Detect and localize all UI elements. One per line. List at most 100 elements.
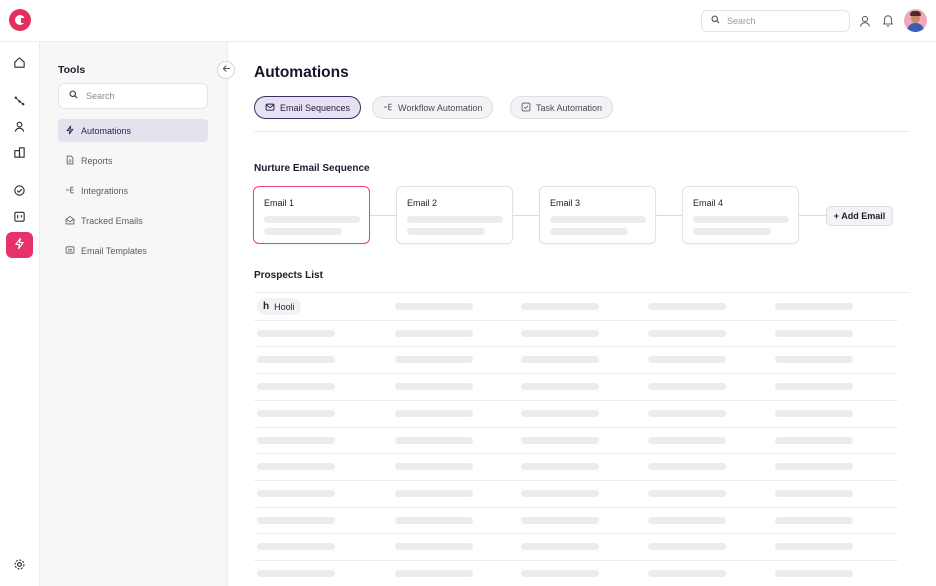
tab-workflow-automation[interactable]: Workflow Automation xyxy=(372,96,494,119)
tools-panel: Tools Search Automations Reports Integra… xyxy=(40,42,228,586)
table-cell-skeleton xyxy=(648,329,726,337)
skeleton-line xyxy=(264,228,342,235)
email-card-label: Email 3 xyxy=(550,198,581,208)
email-card-3[interactable]: Email 3 xyxy=(539,186,656,244)
table-cell-skeleton xyxy=(257,409,335,417)
table-cell-skeleton xyxy=(395,489,473,497)
avatar[interactable] xyxy=(904,9,927,32)
table-cell-skeleton xyxy=(521,436,599,444)
automations-rail-button[interactable] xyxy=(6,232,33,258)
table-cell-skeleton xyxy=(395,463,473,471)
global-search-placeholder: Search xyxy=(727,16,756,26)
table-cell-skeleton xyxy=(648,570,726,577)
tool-item-automations[interactable]: Automations xyxy=(58,119,208,142)
prospects-title: Prospects List xyxy=(254,270,323,281)
table-row-divider xyxy=(254,399,898,401)
tab-email-sequences[interactable]: Email Sequences xyxy=(254,96,362,119)
tool-item-reports[interactable]: Reports xyxy=(58,149,208,172)
table-cell-skeleton xyxy=(395,543,473,551)
icon-rail xyxy=(0,42,40,586)
tab-label: Workflow Automation xyxy=(398,102,483,113)
search-icon xyxy=(69,90,78,102)
tools-search-input[interactable]: Search xyxy=(58,83,208,109)
email-card-4[interactable]: Email 4 xyxy=(682,186,799,244)
search-icon xyxy=(711,15,720,27)
tabs-divider xyxy=(254,131,910,132)
workflow-icon xyxy=(383,102,393,114)
skeleton-line xyxy=(550,228,628,235)
table-row-divider xyxy=(254,426,898,428)
global-search-input[interactable]: Search xyxy=(701,10,850,32)
table-cell-skeleton xyxy=(521,383,599,391)
table-cell-skeleton xyxy=(395,356,473,364)
home-icon[interactable] xyxy=(11,54,27,70)
app-logo[interactable] xyxy=(9,9,31,31)
table-cell-skeleton xyxy=(521,409,599,417)
email-card-2[interactable]: Email 2 xyxy=(396,186,513,244)
table-row-divider xyxy=(254,506,898,508)
table-cell-skeleton xyxy=(395,409,473,417)
table-cell-skeleton xyxy=(648,543,726,551)
table-cell-skeleton xyxy=(257,356,335,364)
tool-item-email-templates[interactable]: Email Templates xyxy=(58,239,208,262)
pipeline-icon[interactable] xyxy=(11,92,27,108)
table-cell-skeleton xyxy=(775,303,853,310)
company-chip-hooli[interactable]: h Hooli xyxy=(257,298,301,315)
mail-icon xyxy=(265,102,275,114)
table-cell-skeleton xyxy=(648,303,726,310)
table-cell-skeleton xyxy=(521,303,599,310)
checkbox-icon xyxy=(521,102,531,114)
tool-item-label: Automations xyxy=(81,125,132,136)
table-cell-skeleton xyxy=(648,383,726,391)
email-card-label: Email 2 xyxy=(407,198,438,208)
table-cell-skeleton xyxy=(775,516,853,524)
skeleton-line xyxy=(693,228,771,235)
settings-gear-icon[interactable] xyxy=(11,556,27,572)
email-card-1[interactable]: Email 1 xyxy=(253,186,370,244)
hooli-logo-icon: h xyxy=(263,301,270,312)
template-icon xyxy=(65,245,75,257)
table-cell-skeleton xyxy=(775,436,853,444)
tool-item-label: Integrations xyxy=(81,185,129,196)
tool-item-label: Tracked Emails xyxy=(81,215,143,226)
tool-item-tracked-emails[interactable]: Tracked Emails xyxy=(58,209,208,232)
table-row-divider xyxy=(254,560,898,561)
table-cell-skeleton xyxy=(648,516,726,524)
page-title: Automations xyxy=(254,64,349,81)
arrow-left-icon xyxy=(222,64,231,76)
table-cell-skeleton xyxy=(521,516,599,524)
table-cell-skeleton xyxy=(395,303,473,310)
table-row-divider xyxy=(254,373,898,375)
collapse-panel-button[interactable] xyxy=(217,61,235,79)
envelope-open-icon xyxy=(65,215,75,227)
skeleton-line xyxy=(550,216,646,223)
tab-label: Task Automation xyxy=(536,102,603,113)
tool-item-label: Reports xyxy=(81,155,113,166)
company-name: Hooli xyxy=(274,301,295,312)
contacts-icon[interactable] xyxy=(11,118,27,134)
table-cell-skeleton xyxy=(521,489,599,497)
table-cell-skeleton xyxy=(521,463,599,471)
skeleton-line xyxy=(407,216,503,223)
table-row-divider xyxy=(254,479,898,481)
table-cell-skeleton xyxy=(775,409,853,417)
integrations-icon xyxy=(65,185,75,197)
add-email-button[interactable]: + Add Email xyxy=(826,206,893,226)
bell-icon[interactable] xyxy=(881,13,895,27)
table-cell-skeleton xyxy=(521,543,599,551)
user-icon[interactable] xyxy=(858,14,872,28)
tasks-check-icon[interactable] xyxy=(11,182,27,198)
table-cell-skeleton xyxy=(521,329,599,337)
sequence-connector xyxy=(513,215,540,216)
email-card-label: Email 4 xyxy=(693,198,724,208)
tool-item-integrations[interactable]: Integrations xyxy=(58,179,208,202)
table-row-divider xyxy=(254,453,898,455)
table-cell-skeleton xyxy=(775,570,853,577)
calendar-icon[interactable] xyxy=(11,208,27,224)
companies-icon[interactable] xyxy=(11,144,27,160)
tab-task-automation[interactable]: Task Automation xyxy=(510,96,614,119)
lightning-icon xyxy=(65,125,75,137)
table-cell-skeleton xyxy=(395,570,473,577)
table-cell-skeleton xyxy=(395,329,473,337)
table-cell-skeleton xyxy=(775,356,853,364)
